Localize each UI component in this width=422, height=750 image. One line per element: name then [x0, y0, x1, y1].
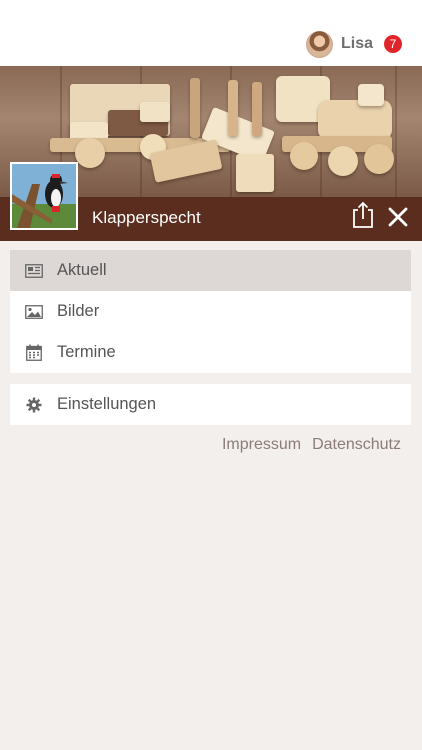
menu-item-termine[interactable]: Termine: [10, 332, 411, 373]
datenschutz-link[interactable]: Datenschutz: [312, 436, 401, 454]
footer-links: Impressum Datenschutz: [222, 436, 401, 454]
user-avatar[interactable]: [305, 30, 333, 58]
user-name[interactable]: Lisa: [341, 35, 373, 53]
woodpecker-thumbnail[interactable]: [10, 162, 78, 230]
menu-item-einstellungen[interactable]: Einstellungen: [10, 384, 411, 425]
impressum-link[interactable]: Impressum: [222, 436, 301, 454]
close-button[interactable]: [387, 206, 409, 228]
share-button[interactable]: [350, 201, 376, 229]
newspaper-icon: [25, 262, 43, 280]
menu-item-label: Bilder: [57, 302, 100, 320]
menu-item-label: Aktuell: [57, 261, 107, 279]
user-profile[interactable]: Lisa 7: [305, 30, 402, 58]
menu-item-label: Einstellungen: [57, 395, 157, 413]
close-icon: [388, 207, 408, 227]
notification-badge[interactable]: 7: [384, 35, 402, 53]
image-icon: [25, 303, 43, 321]
calendar-icon: [25, 344, 43, 362]
page-title: Klapperspecht: [92, 208, 201, 227]
gear-icon: [25, 396, 43, 414]
top-bar: Lisa 7: [0, 0, 422, 66]
menu-item-bilder[interactable]: Bilder: [10, 291, 411, 332]
menu-item-aktuell[interactable]: Aktuell: [10, 250, 411, 291]
woodpecker-image: [12, 164, 76, 228]
settings-menu: Einstellungen: [10, 384, 411, 425]
menu-item-label: Termine: [57, 343, 116, 361]
main-menu: Aktuell Bilder Termine: [10, 250, 411, 373]
share-icon: [353, 201, 373, 228]
